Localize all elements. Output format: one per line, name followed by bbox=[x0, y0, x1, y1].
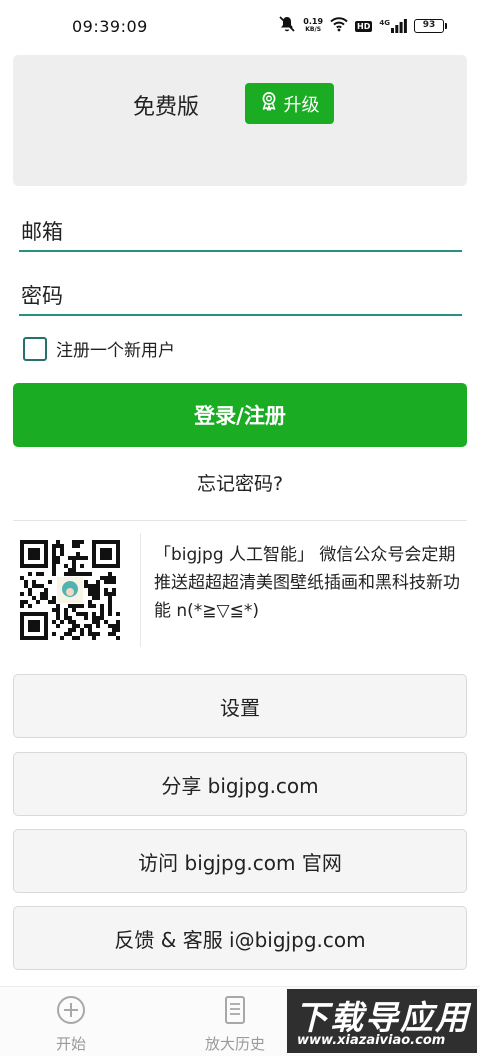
watermark: 下载导应用 www.xiazaiviao.com bbox=[287, 989, 477, 1053]
password-field[interactable] bbox=[19, 278, 462, 314]
nav-start-label: 开始 bbox=[56, 1035, 87, 1053]
nav-history[interactable]: 放大历史 bbox=[205, 995, 265, 1054]
status-bar: 09:39:09 0.19 KB/S HD 4G 93 bbox=[0, 0, 480, 52]
plan-label: 免费版 bbox=[133, 95, 200, 120]
nav-history-label: 放大历史 bbox=[205, 1035, 266, 1053]
mute-icon bbox=[278, 15, 296, 37]
status-time: 09:39:09 bbox=[72, 17, 148, 36]
plus-circle-icon bbox=[56, 995, 86, 1029]
divider bbox=[13, 520, 467, 521]
signal-icon: 4G bbox=[379, 19, 407, 33]
upgrade-button[interactable]: 升级 bbox=[245, 83, 334, 124]
register-option[interactable]: 注册一个新用户 bbox=[23, 336, 175, 361]
wifi-icon bbox=[330, 16, 348, 36]
visit-website-button[interactable]: 访问 bigjpg.com 官网 bbox=[13, 829, 467, 893]
feedback-support-button[interactable]: 反馈 & 客服 i@bigjpg.com bbox=[13, 906, 467, 970]
status-icons: 0.19 KB/S HD 4G 93 bbox=[278, 15, 447, 37]
promo-text: 「bigjpg 人工智能」 微信公众号会定期推送超超超清美图壁纸插画和黑科技新功… bbox=[154, 545, 460, 621]
watermark-title: 下载导应用 bbox=[295, 998, 470, 1037]
plan-card bbox=[13, 55, 467, 186]
password-field-container bbox=[19, 278, 462, 316]
login-register-button[interactable]: 登录/注册 bbox=[13, 383, 467, 447]
register-label: 注册一个新用户 bbox=[56, 341, 175, 361]
nav-start[interactable]: 开始 bbox=[56, 995, 86, 1054]
net-speed: 0.19 KB/S bbox=[303, 17, 324, 34]
email-field[interactable] bbox=[19, 214, 462, 250]
upgrade-label: 升级 bbox=[283, 94, 320, 116]
register-checkbox[interactable] bbox=[23, 336, 47, 361]
forgot-password-link[interactable]: 忘记密码? bbox=[0, 469, 480, 496]
settings-button[interactable]: 设置 bbox=[13, 674, 467, 738]
document-list-icon bbox=[220, 995, 250, 1029]
wechat-qr-code bbox=[20, 540, 120, 640]
badge-icon bbox=[260, 91, 278, 116]
promo-separator bbox=[140, 533, 141, 647]
battery-indicator: 93 bbox=[414, 19, 447, 33]
watermark-url: www.xiazaiviao.com bbox=[297, 1033, 446, 1048]
email-field-container bbox=[19, 214, 462, 252]
hd-badge: HD bbox=[355, 20, 373, 32]
share-button[interactable]: 分享 bigjpg.com bbox=[13, 752, 467, 816]
